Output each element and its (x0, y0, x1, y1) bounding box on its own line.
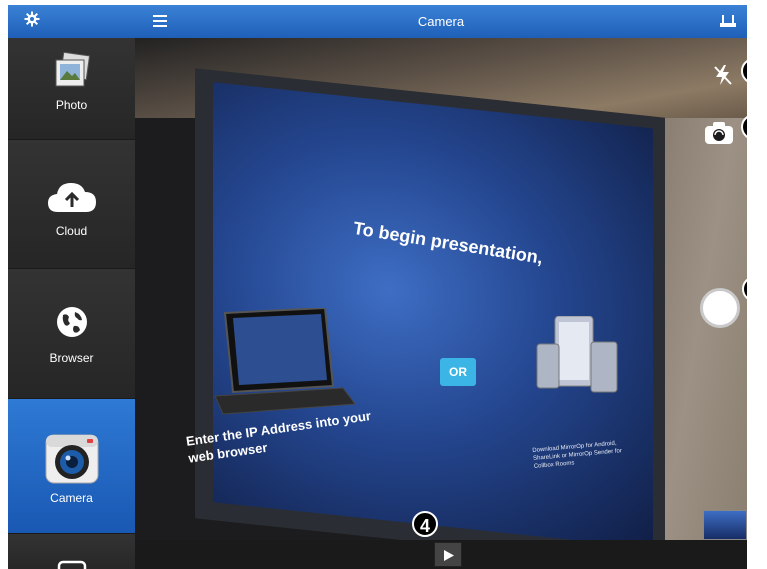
sidebar: Photo Cloud Browser Camera (8, 5, 135, 569)
sidebar-header (8, 5, 135, 38)
sidebar-item-browser[interactable]: Browser (8, 269, 135, 399)
globe-icon (56, 307, 87, 337)
sidebar-item-photo[interactable]: Photo (8, 38, 135, 140)
cloud-upload-icon (47, 183, 96, 212)
laptop-illustration (214, 308, 355, 415)
play-button[interactable] (434, 542, 462, 567)
bottom-bar (135, 540, 747, 569)
play-icon (444, 550, 454, 561)
switch-camera-icon[interactable] (703, 118, 735, 146)
scene-display-frame (195, 68, 665, 540)
callout-badge: 4 (412, 511, 438, 537)
photo-icon (55, 52, 90, 87)
flash-off-icon[interactable] (713, 64, 733, 86)
camera-icon (45, 434, 98, 484)
sidebar-item-label: Camera (50, 491, 93, 505)
top-bar: Camera (135, 5, 747, 38)
sidebar-item-label: Browser (49, 351, 94, 365)
sidebar-item-label: Photo (55, 98, 88, 112)
partial-icon (57, 560, 86, 569)
page-title: Camera (417, 14, 465, 29)
sidebar-item-cloud[interactable]: Cloud (8, 140, 135, 269)
devices-illustration (536, 316, 618, 393)
sidebar-item-label: Cloud (55, 224, 88, 238)
scene-or-badge: OR (440, 358, 476, 386)
sidebar-item-partial[interactable] (8, 534, 135, 569)
shutter-button[interactable] (700, 288, 740, 328)
sidebar-item-camera[interactable]: Camera (8, 399, 135, 534)
camera-viewfinder[interactable]: To begin presentation, OR Download Mirro… (135, 38, 747, 540)
projector-icon[interactable] (719, 13, 737, 29)
gear-icon[interactable] (24, 11, 40, 32)
last-photo-thumbnail[interactable] (703, 510, 747, 540)
